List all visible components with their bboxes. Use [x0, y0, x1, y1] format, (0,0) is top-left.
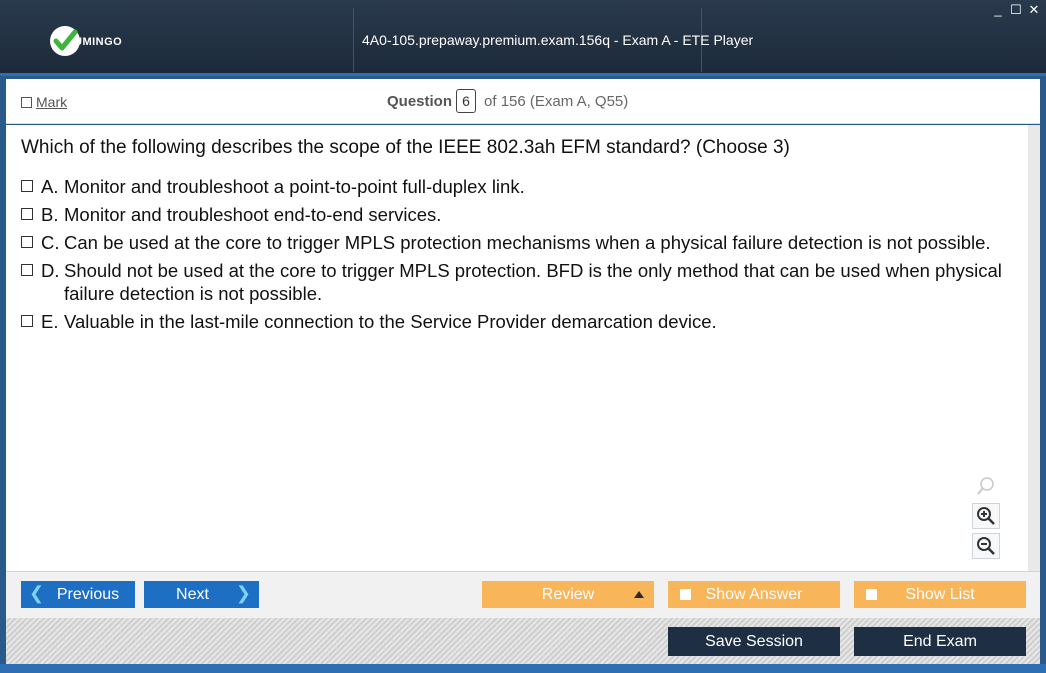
question-total: of 156 (Exam A, Q55) [484, 92, 629, 110]
answer-option-e[interactable]: E. Valuable in the last-mile connection … [21, 310, 1011, 333]
option-text: Can be used at the core to trigger MPLS … [64, 232, 991, 253]
option-text: Should not be used at the core to trigge… [64, 260, 1002, 304]
option-checkbox[interactable] [21, 180, 33, 192]
chevron-right-icon: ❯ [235, 583, 251, 603]
triangle-up-icon [634, 591, 644, 598]
save-session-label: Save Session [705, 632, 803, 650]
option-letter: D. [41, 260, 60, 281]
option-checkbox[interactable] [21, 236, 33, 248]
zoom-tools [972, 473, 1002, 563]
question-text: Which of the following describes the sco… [21, 137, 790, 158]
option-text: Monitor and troubleshoot end-to-end serv… [64, 204, 442, 225]
ete-player-window: UMINGO 4A0-105.prepaway.premium.exam.156… [0, 0, 1046, 673]
next-button[interactable]: Next ❯ [144, 581, 259, 608]
option-text: Monitor and troubleshoot a point-to-poin… [64, 176, 525, 197]
show-answer-label: Show Answer [705, 585, 803, 603]
logo-text: UMINGO [74, 36, 123, 48]
window-bottom-border [0, 664, 1046, 673]
option-letter: C. [41, 232, 60, 253]
option-checkbox[interactable] [21, 315, 33, 327]
zoom-out-icon[interactable] [972, 533, 1000, 559]
maximize-button[interactable]: ☐ [1010, 3, 1022, 17]
answer-options: A. Monitor and troubleshoot a point-to-p… [21, 175, 1011, 338]
chevron-left-icon: ❮ [29, 583, 45, 603]
minimize-button[interactable]: _ [992, 3, 1004, 17]
question-content: Which of the following describes the sco… [6, 125, 1040, 571]
option-checkbox[interactable] [21, 208, 33, 220]
answer-option-d[interactable]: D. Should not be used at the core to tri… [21, 259, 1011, 305]
show-list-label: Show List [905, 585, 975, 603]
session-bar: Save Session End Exam [6, 618, 1040, 664]
answer-option-b[interactable]: B. Monitor and troubleshoot end-to-end s… [21, 203, 1011, 226]
window-controls: _ ☐ ✕ [992, 3, 1040, 17]
option-letter: B. [41, 204, 59, 225]
title-bar: UMINGO 4A0-105.prepaway.premium.exam.156… [0, 0, 1046, 76]
option-letter: A. [41, 176, 59, 197]
next-label: Next [176, 585, 209, 603]
show-list-checkbox[interactable] [866, 589, 877, 600]
title-separator [353, 8, 354, 72]
zoom-icon[interactable] [972, 473, 1000, 499]
vumingo-logo: UMINGO [50, 26, 140, 56]
end-exam-label: End Exam [903, 632, 977, 650]
option-text: Valuable in the last-mile connection to … [64, 311, 717, 332]
vertical-scrollbar[interactable] [1028, 125, 1040, 571]
zoom-in-icon[interactable] [972, 503, 1000, 529]
previous-button[interactable]: ❮ Previous [21, 581, 135, 608]
question-number-input[interactable]: 6 [456, 89, 477, 113]
mark-checkbox[interactable]: Mark [21, 94, 67, 110]
save-session-button[interactable]: Save Session [668, 627, 840, 656]
window-title: 4A0-105.prepaway.premium.exam.156q - Exa… [362, 32, 754, 48]
question-label: Question [387, 92, 453, 110]
question-indicator: Question 6 of 156 (Exam A, Q55) [387, 89, 628, 113]
option-checkbox[interactable] [21, 264, 33, 276]
mark-checkbox-box[interactable] [21, 96, 32, 108]
end-exam-button[interactable]: End Exam [854, 627, 1026, 656]
show-list-button[interactable]: Show List [854, 581, 1026, 608]
question-header: Mark Question 6 of 156 (Exam A, Q55) [6, 79, 1040, 124]
close-button[interactable]: ✕ [1028, 3, 1040, 17]
review-button[interactable]: Review [482, 581, 654, 608]
show-answer-checkbox[interactable] [680, 589, 691, 600]
answer-option-a[interactable]: A. Monitor and troubleshoot a point-to-p… [21, 175, 1011, 198]
answer-option-c[interactable]: C. Can be used at the core to trigger MP… [21, 231, 1011, 254]
previous-label: Previous [56, 585, 120, 603]
show-answer-button[interactable]: Show Answer [668, 581, 840, 608]
review-label: Review [541, 585, 595, 603]
navigation-bar: ❮ Previous Next ❯ Review Show Answer Sho… [6, 571, 1040, 618]
option-letter: E. [41, 311, 59, 332]
mark-label[interactable]: Mark [36, 94, 67, 110]
